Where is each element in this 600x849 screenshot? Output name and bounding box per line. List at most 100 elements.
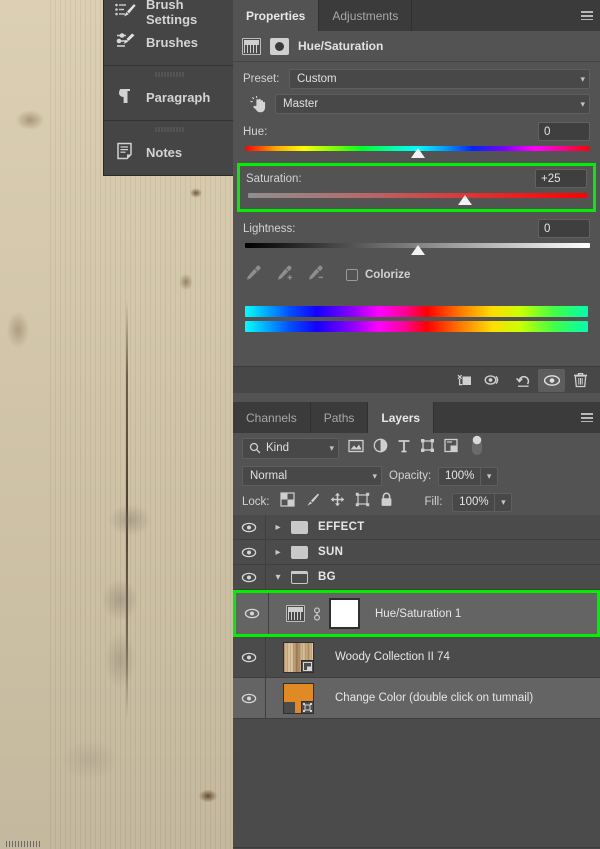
chevron-down-icon: ▾ bbox=[329, 442, 334, 453]
hue-slider[interactable] bbox=[245, 142, 590, 159]
blend-mode-select[interactable]: Normal ▾ bbox=[242, 466, 382, 486]
layer-visibility-toggle[interactable] bbox=[233, 678, 266, 718]
brushes-icon bbox=[114, 32, 136, 53]
layer-name: Hue/Saturation 1 bbox=[375, 607, 462, 620]
on-image-adjustment-button[interactable] bbox=[243, 95, 275, 113]
hamburger-icon bbox=[581, 413, 593, 422]
properties-panel-menu-button[interactable] bbox=[574, 0, 600, 31]
saturation-slider-thumb[interactable] bbox=[457, 195, 472, 205]
group-expand-toggle[interactable]: ▸ bbox=[272, 547, 284, 558]
colorize-control[interactable]: Colorize bbox=[346, 269, 410, 281]
preset-select[interactable]: Custom ▾ bbox=[289, 69, 590, 89]
opacity-label: Opacity: bbox=[389, 470, 432, 482]
lock-image-icon[interactable] bbox=[305, 492, 320, 512]
table-row[interactable]: ▾ BG bbox=[233, 565, 600, 590]
lightness-row: Lightness: 0 bbox=[233, 215, 600, 239]
filter-kind-select[interactable]: Kind ▾ bbox=[242, 437, 339, 459]
type-filter-icon[interactable] bbox=[397, 439, 411, 458]
output-hue-spectrum-bar[interactable] bbox=[245, 321, 588, 332]
view-previous-state-button[interactable] bbox=[480, 369, 507, 392]
hamburger-icon bbox=[581, 11, 593, 20]
panel-grip[interactable] bbox=[153, 70, 184, 79]
panel-resize-grip[interactable] bbox=[6, 841, 40, 847]
hue-value-input[interactable]: 0 bbox=[538, 122, 590, 141]
clip-to-layer-button[interactable] bbox=[451, 369, 478, 392]
layers-panel-menu-button[interactable] bbox=[574, 402, 600, 433]
layer-visibility-toggle[interactable] bbox=[233, 515, 266, 539]
hue-saturation-layer-icon bbox=[286, 605, 305, 622]
preset-value: Custom bbox=[297, 73, 337, 85]
opacity-control[interactable]: 100% ▾ bbox=[438, 466, 499, 486]
layer-mask-icon[interactable] bbox=[270, 37, 289, 55]
toggle-visibility-button[interactable] bbox=[538, 368, 565, 392]
tab-adjustments[interactable]: Adjustments bbox=[319, 0, 413, 31]
blend-mode-value: Normal bbox=[250, 470, 288, 482]
saturation-slider[interactable] bbox=[248, 189, 587, 206]
group-collapse-toggle[interactable]: ▾ bbox=[272, 572, 284, 583]
properties-title: Hue/Saturation bbox=[298, 39, 384, 53]
layer-mask-thumbnail[interactable] bbox=[329, 598, 360, 629]
dock-item-brush-settings[interactable]: Brush Settings bbox=[104, 0, 233, 27]
lock-position-icon[interactable] bbox=[330, 492, 345, 512]
lock-artboard-icon[interactable] bbox=[355, 492, 370, 512]
dock-item-label: Brush Settings bbox=[146, 0, 198, 27]
lightness-value-input[interactable]: 0 bbox=[538, 219, 590, 238]
layer-visibility-toggle[interactable] bbox=[236, 593, 269, 634]
tab-paths[interactable]: Paths bbox=[310, 402, 369, 433]
selected-layer-highlight-box: Hue/Saturation 1 bbox=[233, 590, 600, 637]
dock-item-label: Paragraph bbox=[146, 89, 211, 105]
lock-all-icon[interactable] bbox=[380, 492, 393, 512]
link-mask-icon[interactable] bbox=[311, 606, 323, 622]
channel-row: Master ▾ bbox=[233, 92, 600, 118]
dock-section-brush: Brush Settings Brushes bbox=[104, 0, 233, 66]
opacity-input[interactable]: 100% bbox=[438, 466, 482, 486]
table-row[interactable]: ▸ EFFECT bbox=[233, 515, 600, 540]
smart-object-badge bbox=[301, 659, 314, 673]
lightness-slider[interactable] bbox=[245, 239, 590, 256]
delete-adjustment-button[interactable] bbox=[567, 369, 594, 392]
dock-item-brushes[interactable]: Brushes bbox=[104, 27, 233, 57]
hue-control: Hue: 0 bbox=[233, 118, 600, 159]
saturation-value-input[interactable]: +25 bbox=[535, 169, 587, 188]
filter-enable-toggle[interactable] bbox=[471, 435, 483, 462]
hue-slider-thumb[interactable] bbox=[410, 148, 425, 158]
layer-thumbnail[interactable] bbox=[283, 641, 314, 673]
reset-button[interactable] bbox=[509, 369, 536, 392]
adjustment-filter-icon[interactable] bbox=[373, 438, 388, 458]
properties-tabbar: Properties Adjustments bbox=[233, 0, 600, 31]
dock-item-notes[interactable]: Notes bbox=[104, 137, 233, 167]
lightness-slider-thumb[interactable] bbox=[410, 245, 425, 255]
fill-control[interactable]: 100% ▾ bbox=[452, 492, 513, 512]
eyedropper-add-icon[interactable] bbox=[276, 264, 293, 286]
layer-name: BG bbox=[318, 571, 336, 583]
pixel-filter-icon[interactable] bbox=[348, 439, 364, 458]
opacity-dropdown-button[interactable]: ▾ bbox=[481, 466, 499, 486]
table-row[interactable]: Hue/Saturation 1 bbox=[236, 593, 597, 634]
fill-input[interactable]: 100% bbox=[452, 492, 496, 512]
fill-dropdown-button[interactable]: ▾ bbox=[495, 492, 513, 512]
lock-transparency-icon[interactable] bbox=[279, 492, 295, 512]
tab-properties[interactable]: Properties bbox=[233, 0, 320, 31]
group-expand-toggle[interactable]: ▸ bbox=[272, 522, 284, 533]
colorize-checkbox[interactable] bbox=[346, 269, 358, 281]
channel-select[interactable]: Master ▾ bbox=[275, 94, 590, 114]
smartobject-filter-icon[interactable] bbox=[444, 438, 458, 458]
layer-visibility-toggle[interactable] bbox=[233, 637, 266, 677]
fill-label: Fill: bbox=[424, 496, 443, 508]
panel-grip[interactable] bbox=[153, 125, 184, 134]
eyedropper-subtract-icon[interactable] bbox=[307, 264, 324, 286]
table-row[interactable]: Change Color (double click on tumnail) bbox=[233, 678, 600, 719]
dock-item-paragraph[interactable]: Paragraph bbox=[104, 82, 233, 112]
layer-thumbnail[interactable] bbox=[283, 682, 314, 714]
table-row[interactable]: Woody Collection II 74 bbox=[233, 637, 600, 678]
tab-layers[interactable]: Layers bbox=[368, 402, 435, 433]
layer-visibility-toggle[interactable] bbox=[233, 540, 266, 564]
table-row[interactable]: ▸ SUN bbox=[233, 540, 600, 565]
saturation-label: Saturation: bbox=[246, 172, 302, 185]
opacity-value: 100% bbox=[444, 470, 475, 482]
tab-label: Adjustments bbox=[332, 8, 399, 23]
shape-filter-icon[interactable] bbox=[420, 438, 435, 458]
layer-visibility-toggle[interactable] bbox=[233, 565, 266, 589]
eyedropper-icon[interactable] bbox=[245, 264, 262, 286]
tab-channels[interactable]: Channels bbox=[233, 402, 311, 433]
